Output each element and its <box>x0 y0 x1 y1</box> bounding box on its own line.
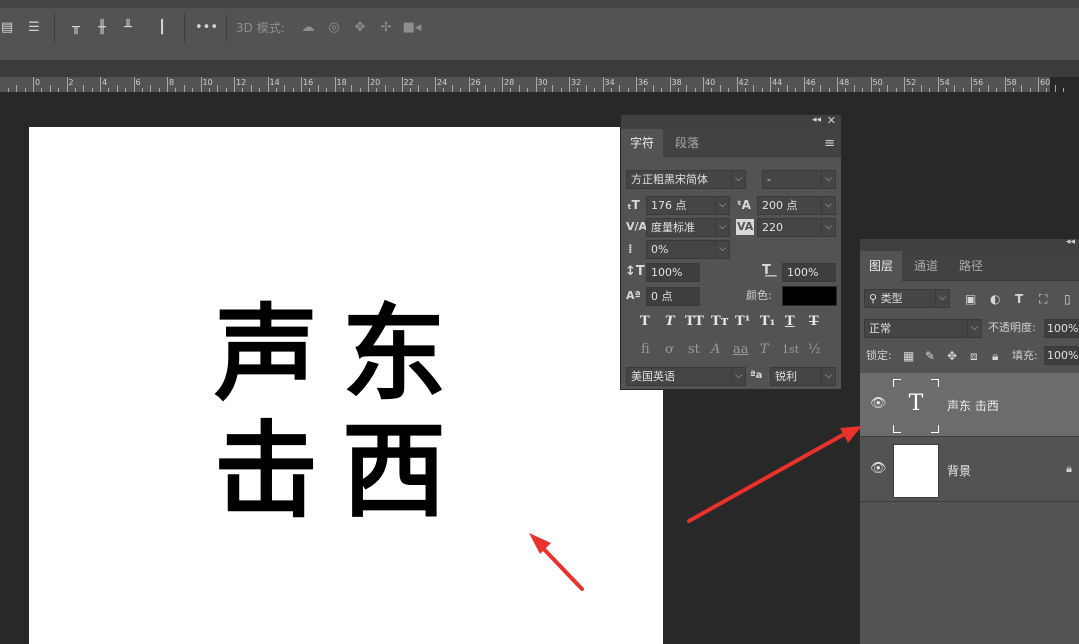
annotation-arrows <box>529 426 862 591</box>
arrow-to-layer <box>687 426 862 523</box>
arrow-to-canvas <box>529 533 584 591</box>
